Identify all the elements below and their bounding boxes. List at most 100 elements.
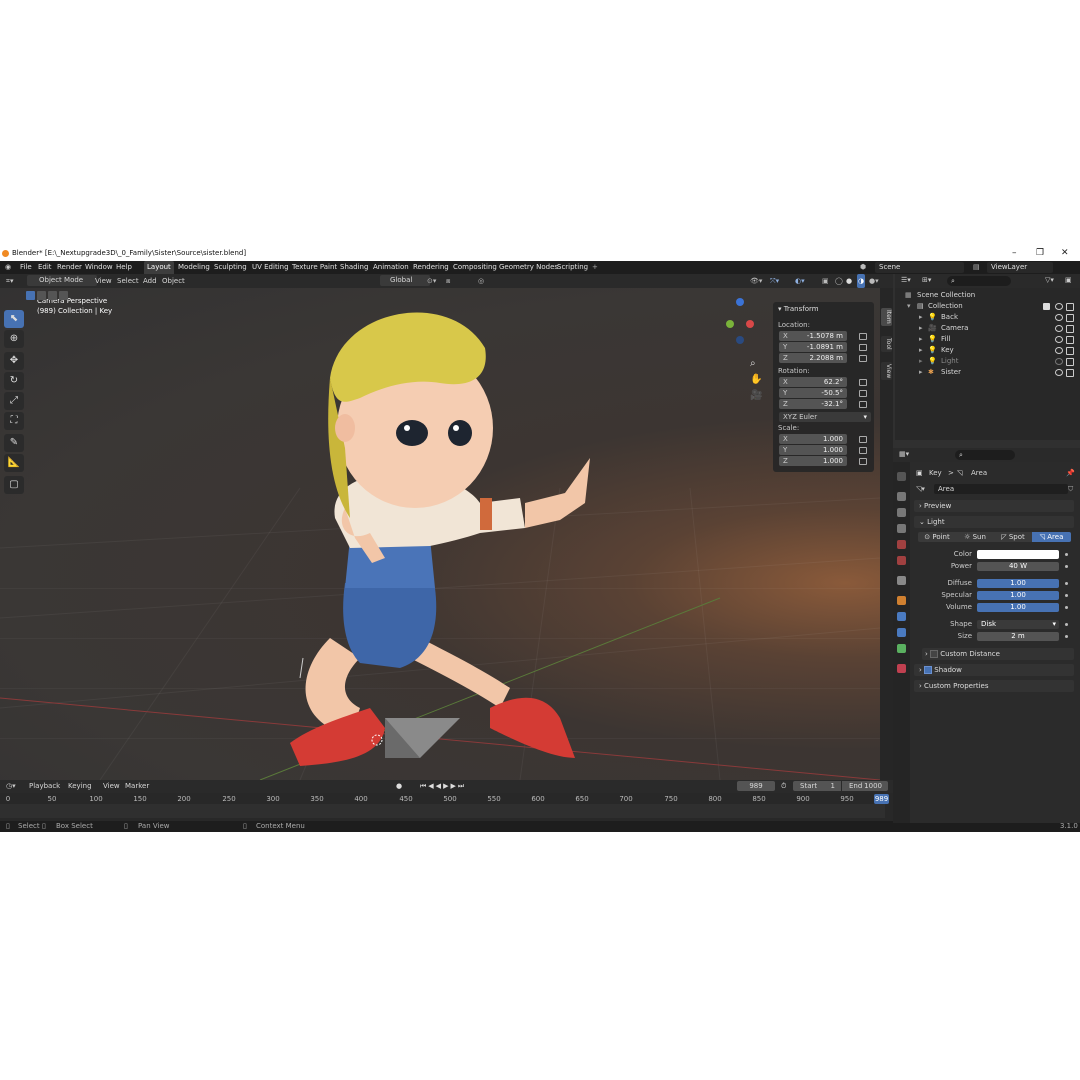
camera-render-icon[interactable]	[1066, 347, 1074, 355]
camera-render-icon[interactable]	[1066, 369, 1074, 377]
transform-title[interactable]: ▾ Transform	[778, 305, 819, 313]
menu-marker[interactable]: Marker	[125, 780, 149, 793]
editor-type-icon[interactable]: ⌗▾	[6, 274, 13, 288]
menu-edit[interactable]: Edit	[38, 261, 52, 274]
rotation-mode-selector[interactable]: XYZ Euler ▾	[779, 412, 871, 422]
menu-timeline-view[interactable]: View	[103, 780, 120, 793]
menu-keying[interactable]: Keying	[68, 780, 92, 793]
collection-tab-icon[interactable]	[897, 576, 906, 585]
select-box-tool-icon[interactable]: ⬉	[4, 310, 24, 328]
lock-icon[interactable]	[859, 333, 867, 340]
outliner-collection[interactable]: ▾ ▤ Collection	[895, 301, 1080, 312]
transform-tool-icon[interactable]: ⛶	[4, 412, 24, 430]
menu-render[interactable]: Render	[57, 261, 82, 274]
lock-icon[interactable]	[859, 390, 867, 397]
record-icon[interactable]: ●	[396, 780, 402, 793]
end-frame-field[interactable]: End 1000	[842, 781, 888, 791]
keyframe-dot-icon[interactable]	[1065, 582, 1068, 585]
pivot-icon[interactable]: ⊙▾	[427, 274, 436, 288]
material-preview-icon[interactable]: ◑	[857, 274, 866, 288]
lock-icon[interactable]	[859, 401, 867, 408]
maximize-button[interactable]: ❐	[1036, 246, 1044, 261]
scale-y-field[interactable]: Y 1.000	[779, 445, 847, 455]
light-type-point[interactable]: ⊙ Point	[918, 532, 956, 542]
add-workspace-button[interactable]: +	[592, 261, 598, 274]
specular-slider[interactable]: 1.00	[977, 591, 1059, 600]
light-type-selector[interactable]: ⊙ Point ☼ Sun ◸ Spot ◹ Area	[918, 532, 1071, 542]
eye-icon[interactable]	[1055, 303, 1063, 310]
output-tab-icon[interactable]	[897, 508, 906, 517]
location-y-field[interactable]: Y -1.0891 m	[779, 342, 847, 352]
pin-icon[interactable]: 📌	[1066, 468, 1075, 478]
menu-window[interactable]: Window	[85, 261, 113, 274]
tool-tab-icon[interactable]	[897, 472, 906, 481]
camera-view-icon[interactable]: 🎥	[750, 388, 762, 404]
checkbox-icon[interactable]	[1043, 303, 1050, 310]
rotation-y-field[interactable]: Y -50.5°	[779, 388, 847, 398]
outliner-search-input[interactable]: ⌕	[947, 276, 1011, 286]
gizmo-neg-z-icon[interactable]	[736, 336, 744, 344]
keyframe-dot-icon[interactable]	[1065, 594, 1068, 597]
scene-selector[interactable]: Scene	[875, 262, 964, 273]
power-field[interactable]: 40 W	[977, 562, 1059, 571]
constraints-tab-icon[interactable]	[897, 628, 906, 637]
scene-icon[interactable]: ⬢	[860, 261, 866, 274]
menu-playback[interactable]: Playback	[29, 780, 60, 793]
outliner-editor-icon[interactable]: ☰▾	[901, 276, 911, 284]
mode-selector[interactable]: Object Mode	[27, 275, 97, 286]
camera-render-icon[interactable]	[1066, 314, 1074, 322]
shadow-panel[interactable]: › Shadow	[914, 664, 1074, 676]
light-type-spot[interactable]: ◸ Spot	[994, 532, 1032, 542]
tab-rendering[interactable]: Rendering	[413, 261, 449, 274]
rotation-x-field[interactable]: X 62.2°	[779, 377, 847, 387]
menu-help[interactable]: Help	[116, 261, 132, 274]
cursor-tool-icon[interactable]: ⊕	[4, 330, 24, 348]
select-mode-subtract-icon[interactable]	[48, 291, 57, 300]
eye-closed-icon[interactable]	[1055, 358, 1063, 365]
eye-icon[interactable]	[1055, 369, 1063, 376]
location-x-field[interactable]: X -1.5078 m	[779, 331, 847, 341]
properties-search-input[interactable]: ⌕	[955, 450, 1015, 460]
tab-compositing[interactable]: Compositing	[453, 261, 497, 274]
keyframe-dot-icon[interactable]	[1065, 623, 1068, 626]
light-panel[interactable]: ⌄ Light	[914, 516, 1074, 528]
gizmo-z-axis-icon[interactable]	[736, 298, 744, 306]
current-frame-field[interactable]: 989	[737, 781, 775, 791]
keyframe-dot-icon[interactable]	[1065, 635, 1068, 638]
blender-menu-icon[interactable]: ◉	[5, 261, 11, 274]
tab-sculpting[interactable]: Sculpting	[214, 261, 247, 274]
3d-viewport[interactable]: Camera Perspective (989) Collection | Ke…	[0, 288, 880, 780]
lock-icon[interactable]	[859, 436, 867, 443]
light-type-sun[interactable]: ☼ Sun	[956, 532, 994, 542]
volume-slider[interactable]: 1.00	[977, 603, 1059, 612]
start-frame-field[interactable]: Start 1	[793, 781, 841, 791]
light-type-area[interactable]: ◹ Area	[1032, 532, 1071, 542]
rendered-shading-icon[interactable]: ●▾	[869, 274, 879, 288]
size-field[interactable]: 2 m	[977, 632, 1059, 641]
filter-icon[interactable]: ▽▾	[1045, 276, 1054, 284]
render-tab-icon[interactable]	[897, 492, 906, 501]
tab-uv-editing[interactable]: UV Editing	[252, 261, 289, 274]
tab-modeling[interactable]: Modeling	[178, 261, 210, 274]
select-mode-intersect-icon[interactable]	[59, 291, 68, 300]
wireframe-shading-icon[interactable]: ◯	[835, 274, 843, 288]
close-button[interactable]: ✕	[1061, 246, 1069, 261]
eye-icon[interactable]	[1055, 314, 1063, 321]
annotate-tool-icon[interactable]: ✎	[4, 434, 24, 452]
view-layer-icon[interactable]: ▤	[973, 261, 980, 274]
keyframe-dot-icon[interactable]	[1065, 565, 1068, 568]
tab-view[interactable]: View	[881, 362, 892, 381]
timeline-editor-icon[interactable]: ◷▾	[6, 780, 16, 793]
gizmo-y-axis-icon[interactable]	[726, 320, 734, 328]
measure-tool-icon[interactable]: 📐	[4, 454, 24, 472]
tab-tool[interactable]: Tool	[881, 336, 892, 352]
light-data-tab-icon[interactable]	[897, 644, 906, 653]
add-cube-tool-icon[interactable]: ▢	[4, 476, 24, 494]
lock-icon[interactable]	[859, 355, 867, 362]
rotate-tool-icon[interactable]: ↻	[4, 372, 24, 390]
scene-tab-icon[interactable]	[897, 540, 906, 549]
lock-icon[interactable]	[859, 379, 867, 386]
light-color-swatch[interactable]	[977, 550, 1059, 559]
eye-icon[interactable]	[1055, 336, 1063, 343]
view-layer-tab-icon[interactable]	[897, 524, 906, 533]
